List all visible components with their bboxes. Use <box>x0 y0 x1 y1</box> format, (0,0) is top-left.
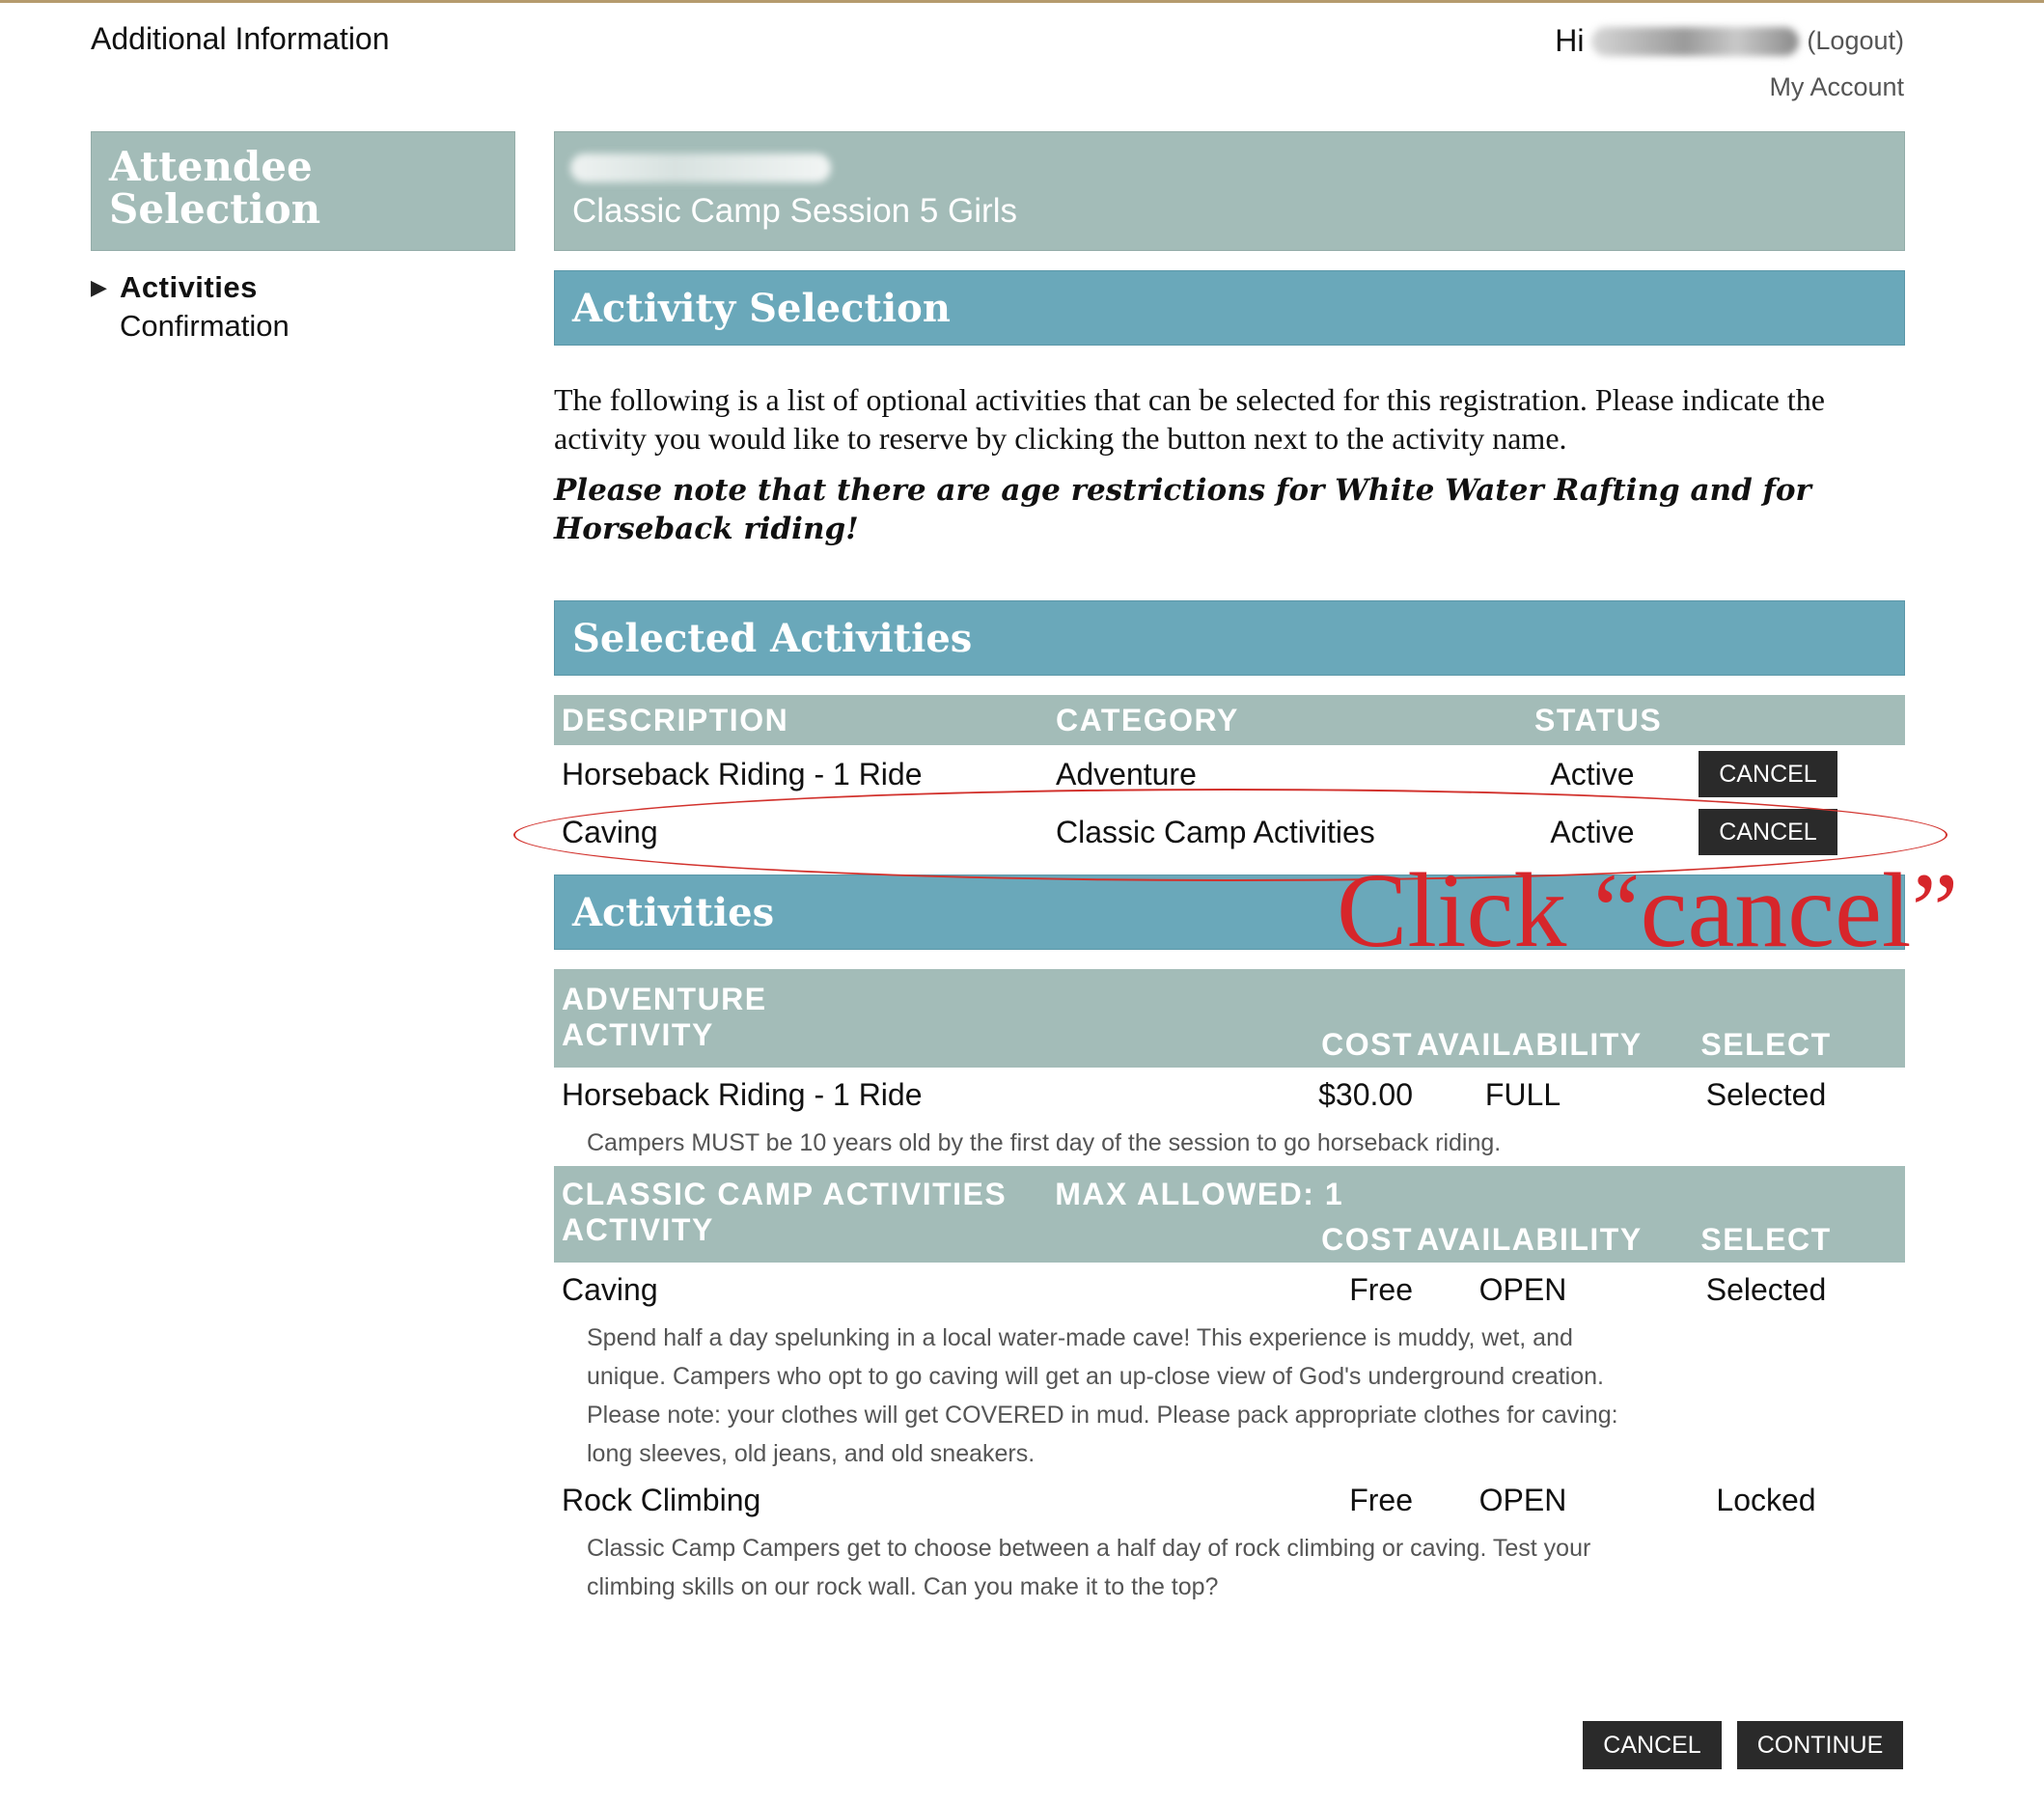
selected-description: Caving <box>562 814 658 849</box>
selected-category: Adventure <box>1056 756 1197 791</box>
activity-cost: $30.00 <box>1318 1077 1413 1112</box>
logout-link[interactable]: (Logout) <box>1807 26 1904 56</box>
category-name: ADVENTURE <box>562 982 767 1016</box>
activity-description: Campers MUST be 10 years old by the firs… <box>587 1129 1502 1156</box>
greeting-row: Hi (Logout) <box>1555 23 1904 59</box>
cancel-horseback-button[interactable]: CANCEL <box>1699 751 1837 797</box>
activity-selection-bar: Activity Selection <box>554 270 1905 346</box>
table-row: Horseback Riding - 1 Ride Adventure Acti… <box>554 745 1905 803</box>
selected-activities-bar: Selected Activities <box>554 600 1905 676</box>
activities-bar: Activities <box>554 875 1905 950</box>
sidebar-heading: Attendee Selection <box>109 143 321 233</box>
header-select: SELECT <box>1700 1222 1832 1257</box>
blurred-camper-name <box>570 153 831 182</box>
header-description: DESCRIPTION <box>562 702 789 737</box>
age-restriction-note: Please note that there are age restricti… <box>554 473 1811 546</box>
category-name: CLASSIC CAMP ACTIVITIES <box>562 1177 1008 1211</box>
header-select: SELECT <box>1700 1027 1832 1062</box>
activity-selection-title: Activity Selection <box>572 285 951 331</box>
cancel-button[interactable]: CANCEL <box>1583 1721 1722 1769</box>
activity-description: Spend half a day spelunking in a local w… <box>587 1324 1618 1467</box>
activity-description: Classic Camp Campers get to choose betwe… <box>587 1535 1591 1600</box>
footer-buttons: CANCEL CONTINUE <box>1583 1721 1903 1769</box>
selected-description: Horseback Riding - 1 Ride <box>562 756 923 791</box>
activity-row: Rock Climbing Free OPEN Locked <box>554 1473 1905 1529</box>
category-title-row: ADVENTURE <box>554 969 1905 1017</box>
selected-status: Active <box>1550 756 1635 791</box>
current-step-arrow-icon: ▶ <box>91 275 107 299</box>
activity-name: Caving <box>562 1272 658 1307</box>
continue-button[interactable]: CONTINUE <box>1737 1721 1903 1769</box>
greeting-text: Hi <box>1555 23 1585 58</box>
sidebar-step-label: Confirmation <box>120 309 290 343</box>
selected-table-header: DESCRIPTION CATEGORY STATUS <box>554 695 1905 745</box>
blurred-username <box>1591 26 1800 56</box>
my-account-link[interactable]: My Account <box>1555 72 1904 102</box>
selected-status: Active <box>1550 814 1635 849</box>
selected-category: Classic Camp Activities <box>1056 814 1375 849</box>
page-title: Additional Information <box>91 21 390 56</box>
session-name: Classic Camp Session 5 Girls <box>572 192 1017 230</box>
header-cost: COST <box>1321 1222 1413 1257</box>
top-border <box>0 0 2044 3</box>
category-header: ADVENTURE ACTIVITY COST AVAILABILITY SEL… <box>554 969 1905 1068</box>
sidebar-step-confirmation[interactable]: Confirmation <box>91 307 290 346</box>
header-availability: AVAILABILITY <box>1417 1027 1643 1062</box>
activity-cost: Free <box>1349 1483 1413 1517</box>
activity-select-status: Selected <box>1705 1272 1827 1307</box>
activity-select-status: Selected <box>1705 1077 1827 1112</box>
header-cost: COST <box>1321 1027 1413 1062</box>
activity-row: Horseback Riding - 1 Ride $30.00 FULL Se… <box>554 1068 1905 1124</box>
selected-activities-title: Selected Activities <box>572 615 973 661</box>
activity-cost: Free <box>1349 1272 1413 1307</box>
activities-title: Activities <box>572 889 775 935</box>
activity-name: Horseback Riding - 1 Ride <box>562 1077 923 1112</box>
sidebar-step-activities[interactable]: ▶ Activities <box>91 268 290 307</box>
activity-name: Rock Climbing <box>562 1483 761 1517</box>
category-columns: ACTIVITY COST AVAILABILITY SELECT <box>554 1212 1905 1263</box>
user-menu: Hi (Logout) My Account <box>1555 23 1904 102</box>
header-availability: AVAILABILITY <box>1417 1222 1643 1257</box>
sidebar-steps: ▶ Activities Confirmation <box>91 268 290 346</box>
intro-text: The following is a list of optional acti… <box>554 382 1825 456</box>
session-header: Classic Camp Session 5 Girls <box>554 131 1905 251</box>
header-status: STATUS <box>1534 702 1663 737</box>
activity-availability: OPEN <box>1478 1272 1567 1307</box>
sidebar-step-label: Activities <box>120 270 258 304</box>
header-category: CATEGORY <box>1056 702 1239 737</box>
header-activity: ACTIVITY <box>562 1017 714 1052</box>
max-allowed: MAX ALLOWED: 1 <box>1055 1177 1344 1211</box>
category-title-row: CLASSIC CAMP ACTIVITIES MAX ALLOWED: 1 <box>554 1166 1905 1212</box>
sidebar-heading-box: Attendee Selection <box>91 131 515 251</box>
main-content: Classic Camp Session 5 Girls Activity Se… <box>554 131 1905 1606</box>
activity-select-status: Locked <box>1716 1483 1816 1517</box>
activity-row: Caving Free OPEN Selected <box>554 1263 1905 1319</box>
cancel-caving-button[interactable]: CANCEL <box>1699 809 1837 855</box>
category-columns: ACTIVITY COST AVAILABILITY SELECT <box>554 1017 1905 1068</box>
activity-availability: OPEN <box>1478 1483 1567 1517</box>
header-activity: ACTIVITY <box>562 1212 714 1247</box>
activity-availability: FULL <box>1484 1077 1561 1112</box>
category-header: CLASSIC CAMP ACTIVITIES MAX ALLOWED: 1 A… <box>554 1166 1905 1263</box>
table-row: Caving Classic Camp Activities Active CA… <box>554 803 1905 861</box>
